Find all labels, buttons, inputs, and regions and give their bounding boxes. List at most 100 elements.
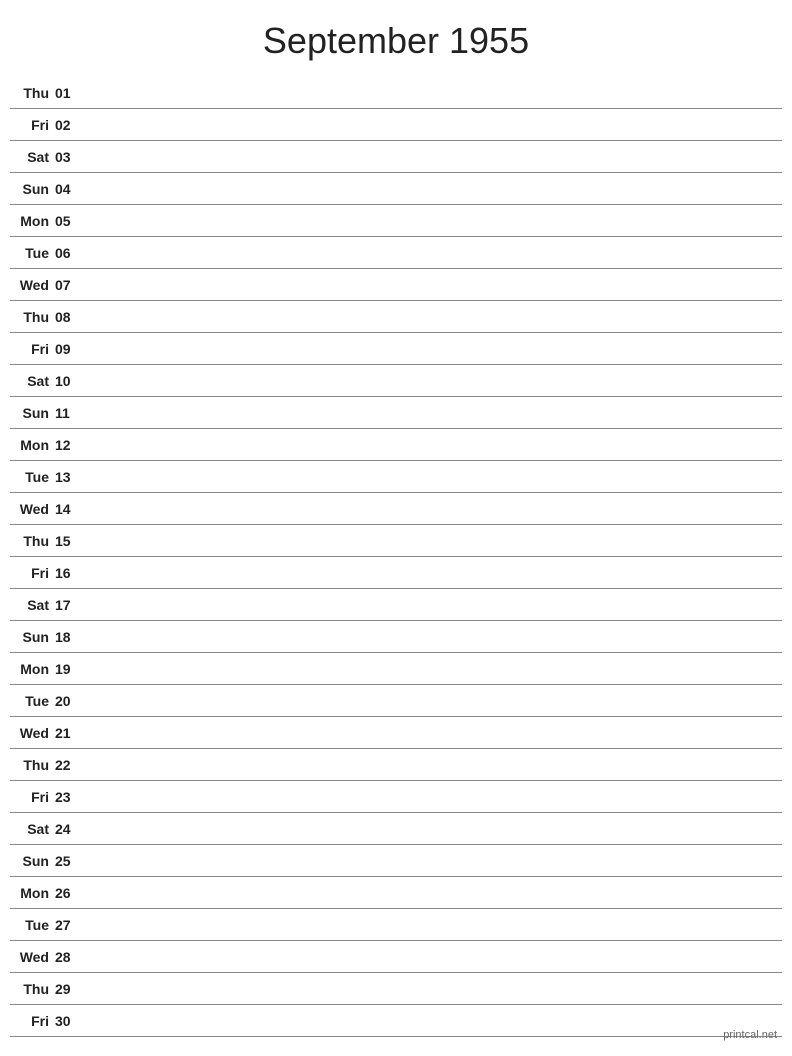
day-name: Wed — [10, 725, 55, 741]
day-row: Fri30 — [10, 1005, 782, 1037]
day-name: Wed — [10, 501, 55, 517]
day-name: Mon — [10, 885, 55, 901]
day-line — [85, 764, 782, 765]
day-line — [85, 860, 782, 861]
day-row: Sun18 — [10, 621, 782, 653]
day-number: 11 — [55, 405, 85, 421]
day-row: Tue13 — [10, 461, 782, 493]
day-name: Fri — [10, 1013, 55, 1029]
day-line — [85, 604, 782, 605]
day-number: 04 — [55, 181, 85, 197]
day-number: 08 — [55, 309, 85, 325]
day-row: Wed14 — [10, 493, 782, 525]
day-line — [85, 508, 782, 509]
day-name: Sun — [10, 405, 55, 421]
day-number: 24 — [55, 821, 85, 837]
day-number: 09 — [55, 341, 85, 357]
day-number: 15 — [55, 533, 85, 549]
day-row: Mon12 — [10, 429, 782, 461]
day-line — [85, 156, 782, 157]
day-row: Wed21 — [10, 717, 782, 749]
day-number: 06 — [55, 245, 85, 261]
day-number: 02 — [55, 117, 85, 133]
day-name: Wed — [10, 949, 55, 965]
day-line — [85, 476, 782, 477]
day-number: 14 — [55, 501, 85, 517]
day-line — [85, 956, 782, 957]
day-row: Thu01 — [10, 77, 782, 109]
day-line — [85, 732, 782, 733]
day-name: Fri — [10, 341, 55, 357]
day-number: 03 — [55, 149, 85, 165]
day-name: Mon — [10, 437, 55, 453]
day-number: 21 — [55, 725, 85, 741]
day-line — [85, 572, 782, 573]
day-row: Wed28 — [10, 941, 782, 973]
day-line — [85, 892, 782, 893]
day-name: Wed — [10, 277, 55, 293]
day-row: Thu08 — [10, 301, 782, 333]
footer-credit: printcal.net — [723, 1029, 777, 1041]
day-line — [85, 284, 782, 285]
day-number: 17 — [55, 597, 85, 613]
day-name: Tue — [10, 469, 55, 485]
day-row: Sat24 — [10, 813, 782, 845]
day-number: 22 — [55, 757, 85, 773]
day-row: Sun11 — [10, 397, 782, 429]
day-name: Thu — [10, 85, 55, 101]
day-row: Fri09 — [10, 333, 782, 365]
day-name: Fri — [10, 789, 55, 805]
day-row: Sat10 — [10, 365, 782, 397]
day-number: 29 — [55, 981, 85, 997]
calendar-container: Thu01Fri02Sat03Sun04Mon05Tue06Wed07Thu08… — [0, 77, 792, 1037]
day-line — [85, 220, 782, 221]
day-number: 26 — [55, 885, 85, 901]
day-name: Sun — [10, 629, 55, 645]
day-name: Tue — [10, 245, 55, 261]
page-title: September 1955 — [0, 0, 792, 77]
day-name: Thu — [10, 981, 55, 997]
day-name: Tue — [10, 693, 55, 709]
day-row: Mon19 — [10, 653, 782, 685]
day-number: 16 — [55, 565, 85, 581]
day-line — [85, 700, 782, 701]
day-name: Sun — [10, 853, 55, 869]
day-name: Sat — [10, 821, 55, 837]
day-row: Fri16 — [10, 557, 782, 589]
day-number: 13 — [55, 469, 85, 485]
day-number: 12 — [55, 437, 85, 453]
day-line — [85, 252, 782, 253]
day-line — [85, 124, 782, 125]
day-line — [85, 1020, 782, 1021]
day-line — [85, 668, 782, 669]
day-number: 27 — [55, 917, 85, 933]
day-line — [85, 92, 782, 93]
day-row: Sat17 — [10, 589, 782, 621]
day-row: Fri23 — [10, 781, 782, 813]
day-line — [85, 828, 782, 829]
day-name: Mon — [10, 213, 55, 229]
day-name: Thu — [10, 533, 55, 549]
day-row: Thu29 — [10, 973, 782, 1005]
day-row: Fri02 — [10, 109, 782, 141]
day-row: Wed07 — [10, 269, 782, 301]
day-row: Thu22 — [10, 749, 782, 781]
day-line — [85, 540, 782, 541]
day-number: 07 — [55, 277, 85, 293]
day-number: 19 — [55, 661, 85, 677]
day-number: 28 — [55, 949, 85, 965]
day-line — [85, 188, 782, 189]
day-name: Sat — [10, 149, 55, 165]
day-line — [85, 988, 782, 989]
day-line — [85, 380, 782, 381]
day-name: Thu — [10, 309, 55, 325]
day-name: Mon — [10, 661, 55, 677]
day-row: Sat03 — [10, 141, 782, 173]
day-row: Mon26 — [10, 877, 782, 909]
day-number: 25 — [55, 853, 85, 869]
day-line — [85, 636, 782, 637]
day-name: Fri — [10, 117, 55, 133]
day-number: 30 — [55, 1013, 85, 1029]
day-name: Thu — [10, 757, 55, 773]
day-row: Tue06 — [10, 237, 782, 269]
